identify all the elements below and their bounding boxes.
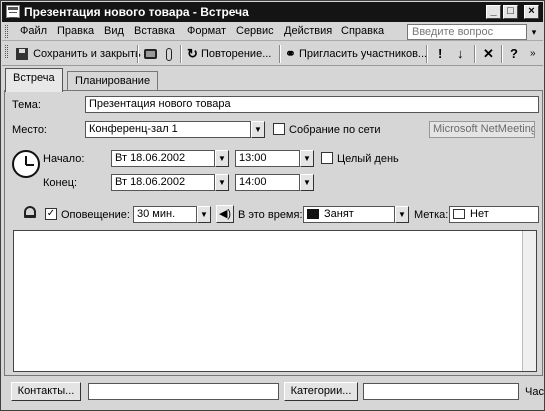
toolbar-overflow-icon[interactable]: » bbox=[530, 46, 536, 62]
tab-appointment[interactable]: Встреча bbox=[5, 68, 63, 92]
high-importance-icon[interactable]: ! bbox=[438, 46, 442, 62]
menu-edit[interactable]: Правка bbox=[57, 25, 94, 37]
label-select[interactable]: Нет bbox=[449, 206, 539, 223]
toolbar-separator bbox=[279, 45, 281, 63]
busy-color-swatch bbox=[307, 209, 319, 220]
print-button[interactable] bbox=[144, 46, 157, 62]
private-label: Час bbox=[525, 386, 544, 398]
start-time-dropdown-button[interactable]: ▼ bbox=[300, 150, 314, 167]
menu-view[interactable]: Вид bbox=[104, 25, 124, 37]
contacts-button[interactable]: Контакты... bbox=[11, 382, 81, 401]
menu-bar: Файл Правка Вид Вставка Формат Сервис Де… bbox=[2, 22, 543, 41]
paperclip-icon bbox=[166, 47, 172, 61]
reminder-sound-icon[interactable]: ◀) bbox=[216, 205, 234, 223]
window-title: Презентация нового товара - Встреча bbox=[24, 5, 249, 19]
low-importance-icon[interactable]: ↓ bbox=[457, 46, 464, 62]
toolbar-separator bbox=[137, 45, 139, 63]
invite-icon: ⚭ bbox=[285, 46, 296, 62]
title-bar: Презентация нового товара - Встреча _ □ … bbox=[2, 2, 543, 22]
maximize-button[interactable]: □ bbox=[503, 5, 518, 19]
attach-button[interactable] bbox=[166, 46, 172, 62]
start-time-input[interactable]: 13:00 bbox=[235, 150, 300, 167]
menu-file[interactable]: Файл bbox=[20, 25, 47, 37]
menu-tools[interactable]: Сервис bbox=[236, 25, 274, 37]
contacts-input[interactable] bbox=[88, 383, 279, 400]
location-label: Место: bbox=[12, 124, 47, 136]
reminder-time-input[interactable]: 30 мин. bbox=[133, 206, 197, 223]
toolbar-separator bbox=[474, 45, 476, 63]
categories-input[interactable] bbox=[363, 383, 519, 400]
menu-format[interactable]: Формат bbox=[187, 25, 226, 37]
end-label: Конец: bbox=[43, 177, 78, 189]
categories-button[interactable]: Категории... bbox=[284, 382, 358, 401]
reminder-dropdown-button[interactable]: ▼ bbox=[197, 206, 211, 223]
appointment-window: Презентация нового товара - Встреча _ □ … bbox=[0, 0, 545, 411]
start-date-input[interactable]: Вт 18.06.2002 bbox=[111, 150, 215, 167]
show-as-value: Занят bbox=[324, 208, 354, 220]
label-label: Метка: bbox=[414, 209, 449, 221]
print-icon bbox=[144, 49, 157, 60]
toolbar-separator bbox=[180, 45, 182, 63]
all-day-checkbox[interactable] bbox=[321, 152, 333, 164]
toolbar-separator bbox=[501, 45, 503, 63]
tab-strip: Встреча Планирование bbox=[2, 67, 543, 92]
close-button[interactable]: × bbox=[524, 5, 539, 19]
all-day-label: Целый день bbox=[337, 153, 399, 165]
reminder-bell-icon bbox=[24, 206, 36, 218]
subject-label: Тема: bbox=[12, 99, 41, 111]
help-icon[interactable]: ? bbox=[510, 46, 518, 62]
invite-attendees-button[interactable]: ⚭ Пригласить участников... bbox=[285, 46, 427, 62]
label-color-swatch bbox=[453, 209, 465, 220]
reminder-checkbox[interactable]: ✓ bbox=[45, 208, 57, 220]
show-as-select[interactable]: Занят bbox=[303, 206, 395, 223]
recurrence-icon: ↻ bbox=[187, 46, 198, 62]
menu-grip bbox=[5, 25, 8, 38]
recurrence-label: Повторение... bbox=[200, 48, 272, 60]
online-meeting-checkbox[interactable] bbox=[273, 123, 285, 135]
show-as-dropdown-button[interactable]: ▼ bbox=[395, 206, 409, 223]
recurrence-button[interactable]: ↻ Повторение... bbox=[187, 46, 271, 62]
standard-toolbar: Сохранить и закрыть ↻ Повторение... ⚭ Пр… bbox=[2, 42, 543, 66]
menu-actions[interactable]: Действия bbox=[284, 25, 332, 37]
minimize-button[interactable]: _ bbox=[486, 5, 501, 19]
menu-insert[interactable]: Вставка bbox=[134, 25, 175, 37]
delete-icon[interactable]: ✕ bbox=[483, 46, 494, 62]
help-search-input[interactable]: Введите вопрос bbox=[407, 24, 527, 40]
clock-icon bbox=[12, 150, 40, 178]
save-close-button[interactable]: Сохранить и закрыть bbox=[16, 46, 141, 62]
notes-scrollbar[interactable] bbox=[522, 231, 536, 371]
end-time-input[interactable]: 14:00 bbox=[235, 174, 300, 191]
toolbar-separator bbox=[426, 45, 428, 63]
location-dropdown-button[interactable]: ▼ bbox=[251, 121, 265, 138]
help-dropdown-arrow[interactable]: ▾ bbox=[528, 25, 540, 39]
end-date-dropdown-button[interactable]: ▼ bbox=[215, 174, 229, 191]
label-value: Нет bbox=[470, 208, 489, 220]
invite-label: Пригласить участников... bbox=[298, 48, 428, 60]
start-label: Начало: bbox=[43, 153, 85, 165]
appointment-panel: Тема: Презентация нового товара Место: К… bbox=[4, 90, 543, 376]
appointment-icon bbox=[6, 5, 20, 18]
location-input[interactable]: Конференц-зал 1 bbox=[85, 121, 251, 138]
save-close-label: Сохранить и закрыть bbox=[33, 48, 141, 60]
start-date-dropdown-button[interactable]: ▼ bbox=[215, 150, 229, 167]
online-meeting-label: Собрание по сети bbox=[289, 124, 381, 136]
end-time-dropdown-button[interactable]: ▼ bbox=[300, 174, 314, 191]
show-as-label: В это время: bbox=[238, 209, 303, 221]
end-date-input[interactable]: Вт 18.06.2002 bbox=[111, 174, 215, 191]
menu-help[interactable]: Справка bbox=[341, 25, 384, 37]
tab-scheduling[interactable]: Планирование bbox=[67, 71, 159, 91]
toolbar-grip bbox=[5, 45, 8, 58]
save-icon bbox=[16, 48, 28, 61]
notes-textarea[interactable] bbox=[13, 230, 537, 372]
subject-input[interactable]: Презентация нового товара bbox=[85, 96, 539, 113]
netmeeting-select: Microsoft NetMeeting bbox=[429, 121, 535, 138]
reminder-label: Оповещение: bbox=[61, 209, 130, 221]
